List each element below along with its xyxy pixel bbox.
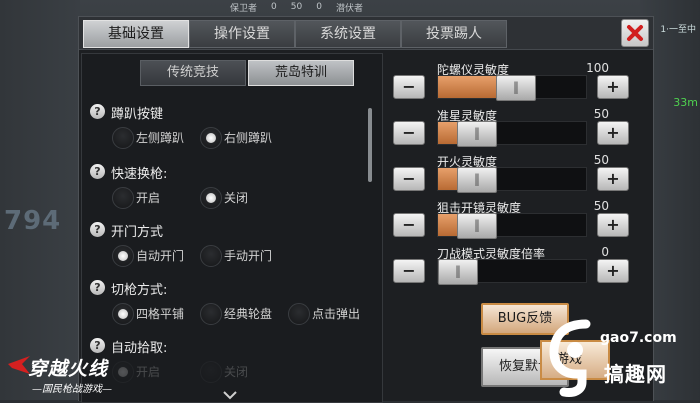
hud-right-label: 潜伏者 [335, 3, 363, 14]
decrease-button[interactable]: − [393, 121, 425, 145]
hud-center: 50 [290, 2, 303, 12]
radio-button[interactable] [200, 303, 222, 325]
slider-knob[interactable] [457, 167, 497, 193]
slider-knob[interactable] [457, 121, 497, 147]
slider-knob[interactable] [457, 213, 497, 239]
hud-left-score: 0 [271, 2, 277, 12]
help-icon[interactable]: ? [90, 280, 105, 295]
close-icon [627, 25, 643, 41]
decrease-button[interactable]: − [393, 259, 425, 283]
help-icon[interactable]: ? [90, 222, 105, 237]
help-icon[interactable]: ? [90, 104, 105, 119]
close-button[interactable] [621, 19, 649, 47]
subtab-classic-mode[interactable]: 传统竞技 [140, 60, 246, 86]
chevron-down-icon[interactable] [222, 390, 238, 400]
slider-knob[interactable] [496, 75, 536, 101]
watermark-name: 搞趣网 [604, 362, 667, 386]
setting-title: 快速换枪: [111, 167, 168, 182]
slider-fire: 开火灵敏度 50 − + [391, 153, 647, 195]
help-icon[interactable]: ? [90, 338, 105, 353]
increase-button[interactable]: + [597, 75, 629, 99]
tab-system-settings[interactable]: 系统设置 [295, 20, 401, 48]
option-label: 四格平铺 [136, 307, 185, 321]
hud-left-label: 保卫者 [230, 3, 258, 14]
setting-title: 切枪方式: [111, 283, 168, 298]
slider-knob[interactable] [438, 259, 478, 285]
slider-crosshair: 准星灵敏度 50 − + [391, 107, 647, 149]
tab-basic-settings[interactable]: 基础设置 [83, 20, 189, 48]
option-label: 手动开门 [224, 249, 273, 263]
tab-vote-kick[interactable]: 投票踢人 [401, 20, 507, 48]
radio-button[interactable] [112, 127, 134, 149]
logo-subtitle: —国民枪战游戏— [32, 384, 112, 395]
slider-track[interactable] [437, 75, 587, 101]
radio-button[interactable] [200, 245, 222, 267]
background-distance-text: 33m [673, 96, 698, 109]
option-label: 左侧蹲趴 [136, 131, 185, 145]
setting-title: 开门方式 [111, 225, 164, 240]
logo-title: 穿越火线 [28, 358, 109, 380]
radio-button[interactable] [112, 303, 134, 325]
decrease-button[interactable]: − [393, 75, 425, 99]
increase-button[interactable]: + [597, 259, 629, 283]
tab-control-settings[interactable]: 操作设置 [189, 20, 295, 48]
decrease-button[interactable]: − [393, 167, 425, 191]
option-label: 关闭 [224, 365, 249, 379]
slider-value: 0 [601, 245, 609, 259]
slider-value: 50 [593, 107, 609, 121]
radio-button[interactable] [200, 127, 222, 149]
option-label: 关闭 [224, 191, 249, 205]
slider-sniper-scope: 狙击开镜灵敏度 50 − + [391, 199, 647, 241]
slider-track[interactable] [437, 121, 587, 147]
option-label: 开启 [136, 365, 161, 379]
increase-button[interactable]: + [597, 213, 629, 237]
radio-button[interactable] [288, 303, 310, 325]
radio-button[interactable] [112, 245, 134, 267]
increase-button[interactable]: + [597, 121, 629, 145]
slider-track[interactable] [437, 259, 587, 285]
radio-button[interactable] [200, 361, 222, 383]
slider-gyroscope: 陀螺仪灵敏度 100 − + [391, 61, 647, 103]
watermark-g-logo [549, 319, 591, 397]
sensitivity-panel: 陀螺仪灵敏度 100 − + 准星灵敏度 50 − + 开火灵敏度 50 − +… [391, 57, 651, 397]
background-corner-text: 1·一至中 [660, 25, 696, 35]
game-logo: 穿越火线 —国民枪战游戏— [6, 352, 132, 396]
slider-track[interactable] [437, 167, 587, 193]
radio-button[interactable] [112, 187, 134, 209]
background-wall-left [0, 0, 80, 400]
main-tab-bar: 基础设置 操作设置 系统设置 投票踢人 [79, 17, 653, 50]
increase-button[interactable]: + [597, 167, 629, 191]
slider-track[interactable] [437, 213, 587, 239]
radio-button[interactable] [200, 187, 222, 209]
option-label: 右侧蹲趴 [224, 131, 273, 145]
option-label: 开启 [136, 191, 161, 205]
slider-value: 50 [593, 153, 609, 167]
watermark-site: gao7.com [600, 330, 677, 346]
help-icon[interactable]: ? [90, 164, 105, 179]
options-panel: 传统竞技 荒岛特训 ? 蹲趴按键 左侧蹲趴 右侧蹲趴 ? 快速换枪: 开启 关闭… [81, 53, 383, 403]
score-hud: 保卫者 0 50 0 潜伏者 [230, 0, 490, 14]
hud-right-score: 0 [316, 2, 322, 12]
option-label: 经典轮盘 [224, 307, 273, 321]
slider-value: 100 [586, 61, 609, 75]
background-number: 794 [4, 206, 62, 236]
slider-value: 50 [593, 199, 609, 213]
setting-title: 蹲趴按键 [111, 107, 164, 122]
slider-knife-multiplier: 刀战模式灵敏度倍率 0 − + [391, 245, 647, 287]
option-label: 自动开门 [136, 249, 185, 263]
option-label: 点击弹出 [312, 307, 361, 321]
subtab-island-training[interactable]: 荒岛特训 [248, 60, 354, 86]
decrease-button[interactable]: − [393, 213, 425, 237]
scrollbar[interactable] [368, 108, 372, 182]
